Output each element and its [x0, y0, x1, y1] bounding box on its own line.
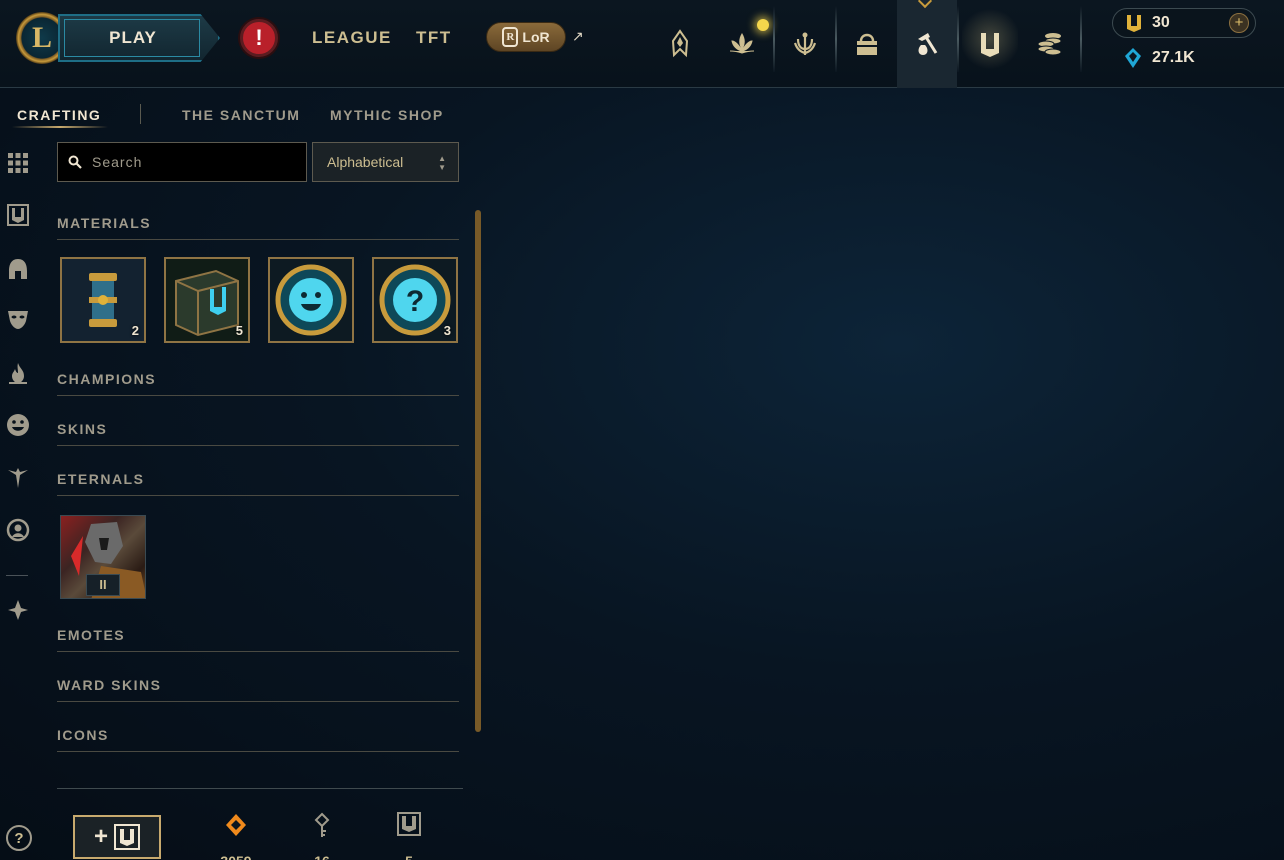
chests-count: 5 [379, 853, 439, 860]
help-icon[interactable]: ? [6, 825, 32, 851]
material-tile-emote-orb[interactable] [268, 257, 354, 343]
category-icons[interactable]: ICONS [57, 720, 459, 752]
search-icon [68, 155, 82, 169]
orange-essence-stat: 3059 [206, 812, 266, 860]
skins-mask-icon[interactable] [5, 306, 31, 332]
material-tile-mystery-orb[interactable]: ? 3 [372, 257, 458, 343]
search-input[interactable] [92, 154, 292, 170]
ward-skins-icon[interactable] [5, 465, 31, 491]
tab-mythic-shop[interactable]: MYTHIC SHOP [330, 107, 444, 123]
category-ward-skins[interactable]: WARD SKINS [57, 670, 459, 702]
icon-divider [1080, 6, 1082, 72]
external-link-icon: ↗ [572, 28, 584, 44]
lotus-icon[interactable] [712, 0, 772, 88]
list-scrollbar[interactable] [475, 210, 481, 732]
nav-tft[interactable]: TFT [416, 28, 452, 48]
eternal-tile[interactable]: II [60, 515, 146, 599]
add-chest-button[interactable]: + [73, 815, 161, 859]
item-count: 3 [443, 323, 451, 338]
keys-count: 16 [292, 853, 352, 860]
key-icon [314, 812, 330, 837]
icon-divider [957, 6, 959, 72]
materials-chest-icon[interactable] [5, 202, 31, 228]
category-label: CHAMPIONS [57, 371, 157, 387]
footer-divider [57, 788, 463, 789]
category-label: MATERIALS [57, 215, 152, 231]
item-count: 2 [131, 323, 139, 338]
logo-letter: L [31, 21, 52, 54]
material-tile-capsule[interactable]: 2 [60, 257, 146, 343]
currency-icon[interactable] [1020, 0, 1080, 88]
material-tile-chest[interactable]: 5 [164, 257, 250, 343]
chests-stat: 5 [379, 812, 439, 860]
buy-rp-plus-icon[interactable]: + [1229, 13, 1249, 33]
chevron-updown-icon: ▲ ▼ [438, 154, 446, 172]
grid-all-icon[interactable] [5, 150, 31, 176]
emote-orb-icon [270, 259, 352, 341]
home-icon[interactable] [650, 0, 710, 88]
emotes-smiley-icon[interactable] [5, 412, 31, 438]
alert-symbol: ! [255, 25, 263, 50]
lor-label: LoR [522, 29, 550, 45]
sort-dropdown[interactable]: Alphabetical ▲ ▼ [312, 142, 459, 182]
other-loot-icon[interactable] [5, 597, 31, 623]
tab-active-underline [12, 126, 108, 128]
plus-icon: + [93, 823, 108, 850]
category-materials[interactable]: MATERIALS [57, 208, 459, 240]
chest-icon [114, 824, 140, 850]
eternals-flame-icon[interactable] [5, 360, 31, 386]
keys-stat: 16 [292, 812, 352, 860]
blue-essence-icon [1125, 48, 1141, 68]
category-label: ETERNALS [57, 471, 145, 487]
lor-icon: R [502, 27, 519, 47]
blue-essence-balance: 27.1K [1152, 49, 1195, 66]
store-bag-icon[interactable] [837, 0, 897, 88]
item-count: 5 [235, 323, 243, 338]
top-nav-bar: L PLAY ! LEAGUE TFT R LoR ↗ 30 + 27.1K [0, 0, 1284, 88]
notification-dot [757, 19, 769, 31]
category-label: WARD SKINS [57, 677, 162, 693]
tab-divider [140, 104, 141, 124]
category-label: ICONS [57, 727, 109, 743]
orange-essence-count: 3059 [206, 853, 266, 860]
play-label: PLAY [109, 28, 157, 47]
loot-icon[interactable] [960, 0, 1020, 88]
eternal-tier-badge: II [86, 574, 120, 596]
tab-crafting[interactable]: CRAFTING [17, 107, 101, 123]
rail-divider [6, 575, 28, 576]
category-emotes[interactable]: EMOTES [57, 620, 459, 652]
tab-the-sanctum[interactable]: THE SANCTUM [182, 107, 300, 123]
svg-text:?: ? [406, 285, 424, 318]
chest-count-icon [397, 812, 421, 836]
rp-balance: 30 [1152, 14, 1170, 31]
category-champions[interactable]: CHAMPIONS [57, 364, 459, 396]
play-button[interactable]: PLAY [58, 14, 220, 62]
search-field[interactable] [57, 142, 307, 182]
orange-essence-icon [226, 814, 246, 836]
lor-button[interactable]: R LoR [486, 22, 566, 52]
category-label: SKINS [57, 421, 108, 437]
category-label: EMOTES [57, 627, 126, 643]
riot-points-icon [1127, 15, 1141, 32]
clash-icon[interactable] [775, 0, 835, 88]
alert-icon[interactable]: ! [240, 19, 278, 57]
icons-profile-icon[interactable] [5, 517, 31, 543]
category-skins[interactable]: SKINS [57, 414, 459, 446]
category-eternals[interactable]: ETERNALS [57, 464, 459, 496]
crafting-icon[interactable] [897, 0, 957, 88]
sort-selected-value: Alphabetical [327, 154, 404, 170]
champion-helmet-icon[interactable] [5, 256, 31, 282]
nav-league[interactable]: LEAGUE [312, 28, 392, 48]
